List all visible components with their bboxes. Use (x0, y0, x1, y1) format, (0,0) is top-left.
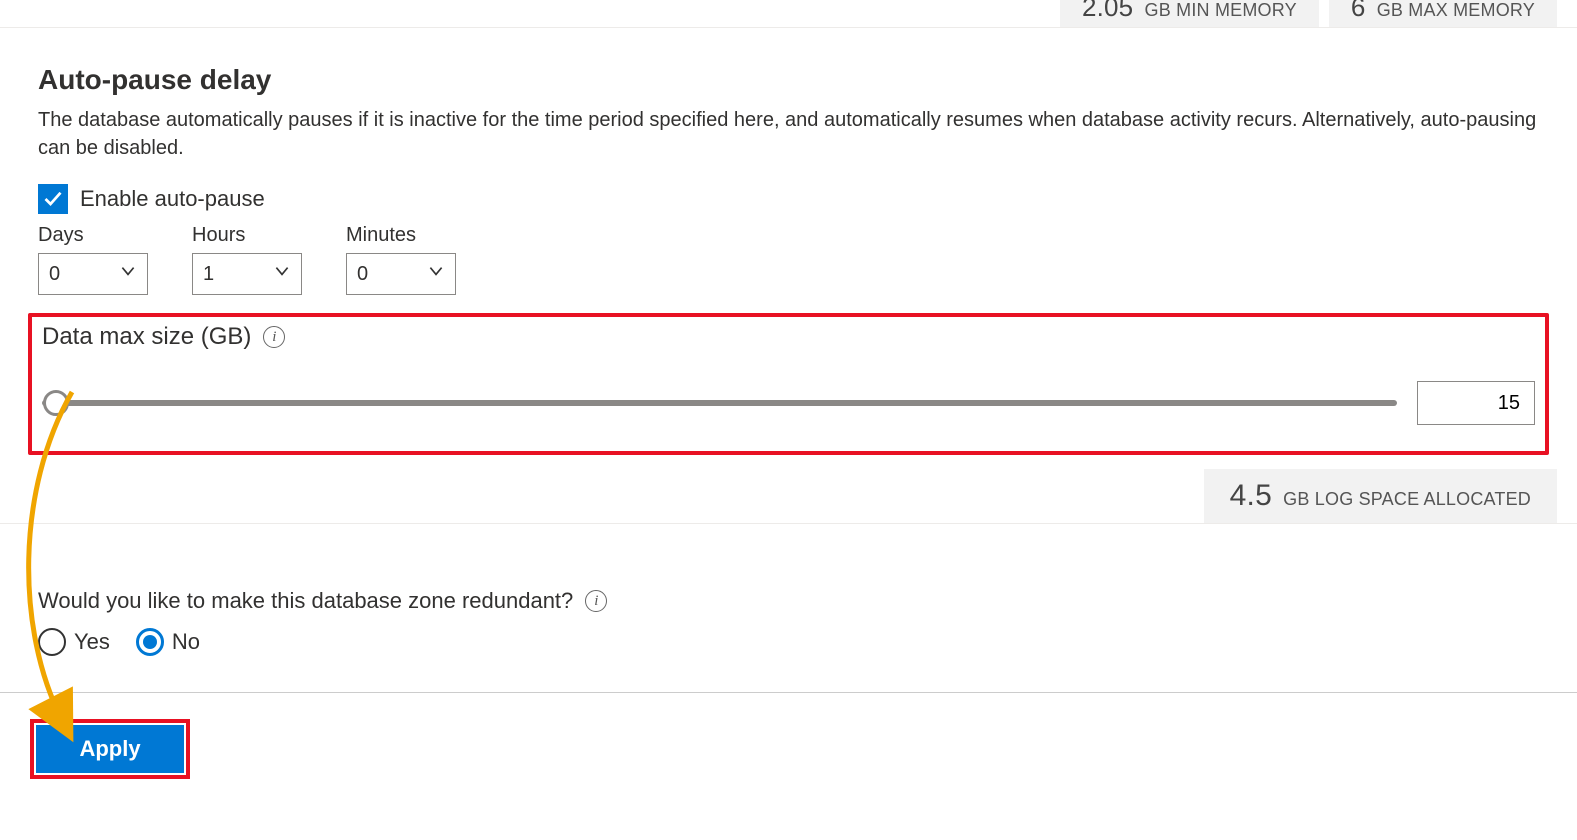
minutes-dropdown[interactable]: 0 (346, 253, 456, 295)
max-memory-label: GB MAX MEMORY (1377, 0, 1535, 20)
enable-autopause-checkbox[interactable] (38, 184, 68, 214)
chevron-down-icon (119, 262, 137, 286)
chevron-down-icon (273, 262, 291, 286)
max-memory-box: 6 GB MAX MEMORY (1329, 0, 1557, 27)
memory-summary-bar: 2.05 GB MIN MEMORY 6 GB MAX MEMORY (0, 0, 1577, 28)
data-max-size-highlight: Data max size (GB) i (28, 313, 1549, 455)
zone-no-radio[interactable]: No (136, 628, 200, 656)
data-max-size-label: Data max size (GB) (42, 323, 251, 351)
info-icon[interactable]: i (263, 326, 285, 348)
zone-no-label: No (172, 629, 200, 655)
zone-yes-radio[interactable]: Yes (38, 628, 110, 656)
hours-dropdown[interactable]: 1 (192, 253, 302, 295)
apply-button[interactable]: Apply (36, 725, 184, 773)
hours-value: 1 (203, 263, 214, 286)
apply-button-highlight: Apply (30, 719, 190, 779)
chevron-down-icon (427, 262, 445, 286)
slider-thumb[interactable] (43, 390, 69, 416)
autopause-description: The database automatically pauses if it … (38, 106, 1539, 162)
max-memory-value: 6 (1351, 0, 1366, 22)
log-space-value: 4.5 (1230, 479, 1272, 512)
data-max-size-slider[interactable] (42, 400, 1397, 406)
checkmark-icon (43, 189, 63, 209)
zone-yes-label: Yes (74, 629, 110, 655)
days-value: 0 (49, 263, 60, 286)
minutes-label: Minutes (346, 224, 456, 247)
log-space-label: GB LOG SPACE ALLOCATED (1283, 489, 1531, 509)
autopause-heading: Auto-pause delay (38, 64, 1539, 96)
data-max-size-input[interactable] (1417, 381, 1535, 425)
minutes-value: 0 (357, 263, 368, 286)
info-icon[interactable]: i (585, 590, 607, 612)
days-label: Days (38, 224, 148, 247)
log-space-box: 4.5 GB LOG SPACE ALLOCATED (1204, 469, 1557, 523)
min-memory-label: GB MIN MEMORY (1145, 0, 1297, 20)
min-memory-value: 2.05 (1082, 0, 1133, 22)
days-dropdown[interactable]: 0 (38, 253, 148, 295)
zone-redundant-question: Would you like to make this database zon… (38, 588, 573, 614)
hours-label: Hours (192, 224, 302, 247)
min-memory-box: 2.05 GB MIN MEMORY (1060, 0, 1319, 27)
enable-autopause-label: Enable auto-pause (80, 186, 265, 212)
